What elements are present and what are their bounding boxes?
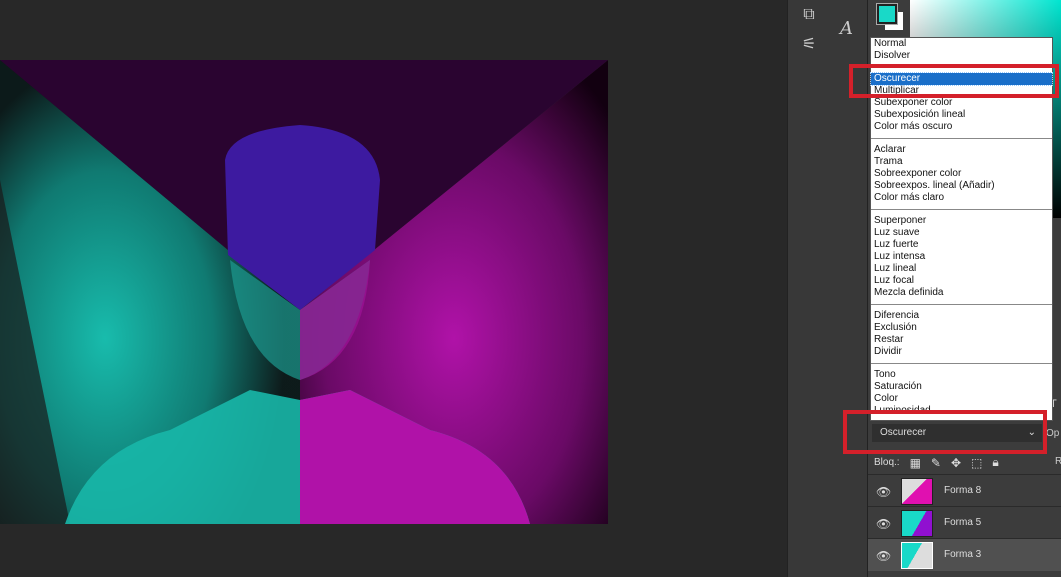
tool-strip: ⧉ ⚟ (787, 0, 831, 577)
blend-option[interactable]: Sobreexpos. lineal (Añadir) (871, 180, 1052, 192)
lock-move-icon[interactable]: ✥ (951, 456, 961, 470)
blend-option[interactable]: Luz fuerte (871, 239, 1052, 251)
blend-option[interactable]: Mezcla definida (871, 287, 1052, 299)
layer-thumbnail (901, 478, 933, 505)
highlight-box-select (843, 410, 1047, 454)
fill-label: R (1055, 456, 1061, 467)
layer-thumbnail (901, 542, 933, 569)
blend-option[interactable]: Sobreexponer color (871, 168, 1052, 180)
blend-option[interactable]: Diferencia (871, 310, 1052, 322)
blend-option[interactable]: Luz focal (871, 275, 1052, 287)
blend-option[interactable]: Dividir (871, 346, 1052, 358)
blend-option[interactable]: Luz intensa (871, 251, 1052, 263)
highlight-box-option (849, 64, 1059, 98)
adjust-icon[interactable]: ⚟ (788, 34, 830, 54)
blend-option[interactable]: Normal (871, 38, 1052, 50)
blend-option[interactable]: Color más claro (871, 192, 1052, 204)
lock-transparent-icon[interactable]: ▦ (910, 456, 921, 470)
character-icon[interactable]: A (840, 18, 853, 39)
blend-option[interactable]: Disolver (871, 50, 1052, 62)
blend-option[interactable]: Superponer (871, 215, 1052, 227)
layer-name: Forma 5 (944, 517, 982, 528)
layer-name: Forma 3 (944, 549, 982, 560)
lock-all-icon[interactable]: 🔒︎ (992, 455, 998, 470)
blend-option[interactable]: Subexponer color (871, 97, 1052, 109)
layer-row-selected[interactable]: 👁︎ Forma 3 (868, 538, 1061, 571)
lock-bar: Bloq.: ▦ ✎ ✥ ⬚ 🔒︎ (874, 455, 999, 470)
lock-label: Bloq.: (874, 457, 900, 468)
blend-option[interactable]: Saturación (871, 381, 1052, 393)
layer-name: Forma 8 (944, 485, 982, 496)
blend-option[interactable]: Exclusión (871, 322, 1052, 334)
foreground-color-swatch[interactable] (876, 3, 898, 25)
3d-icon[interactable]: ⧉ (788, 6, 830, 24)
blend-option[interactable]: Color (871, 393, 1052, 405)
blend-option[interactable]: Subexposición lineal (871, 109, 1052, 121)
blend-option[interactable]: Color más oscuro (871, 121, 1052, 133)
layer-thumbnail (901, 510, 933, 537)
blend-option[interactable]: Trama (871, 156, 1052, 168)
blend-option[interactable]: Restar (871, 334, 1052, 346)
eye-icon[interactable]: 👁︎ (876, 485, 891, 499)
blend-option[interactable]: Tono (871, 369, 1052, 381)
layer-row[interactable]: 👁︎ Forma 5 (868, 506, 1061, 539)
eye-icon[interactable]: 👁︎ (876, 549, 891, 563)
blend-option[interactable]: Aclarar (871, 144, 1052, 156)
separator (871, 209, 1052, 210)
separator (871, 363, 1052, 364)
eye-icon[interactable]: 👁︎ (876, 517, 891, 531)
layer-row[interactable]: 👁︎ Forma 8 (868, 474, 1061, 507)
lock-artboard-icon[interactable]: ⬚ (971, 456, 982, 470)
separator (871, 138, 1052, 139)
document-canvas[interactable] (0, 60, 608, 524)
opacity-label: Op (1046, 428, 1060, 439)
separator (871, 304, 1052, 305)
blend-option[interactable]: Luz lineal (871, 263, 1052, 275)
lock-brush-icon[interactable]: ✎ (931, 456, 941, 470)
blend-option[interactable]: Luz suave (871, 227, 1052, 239)
